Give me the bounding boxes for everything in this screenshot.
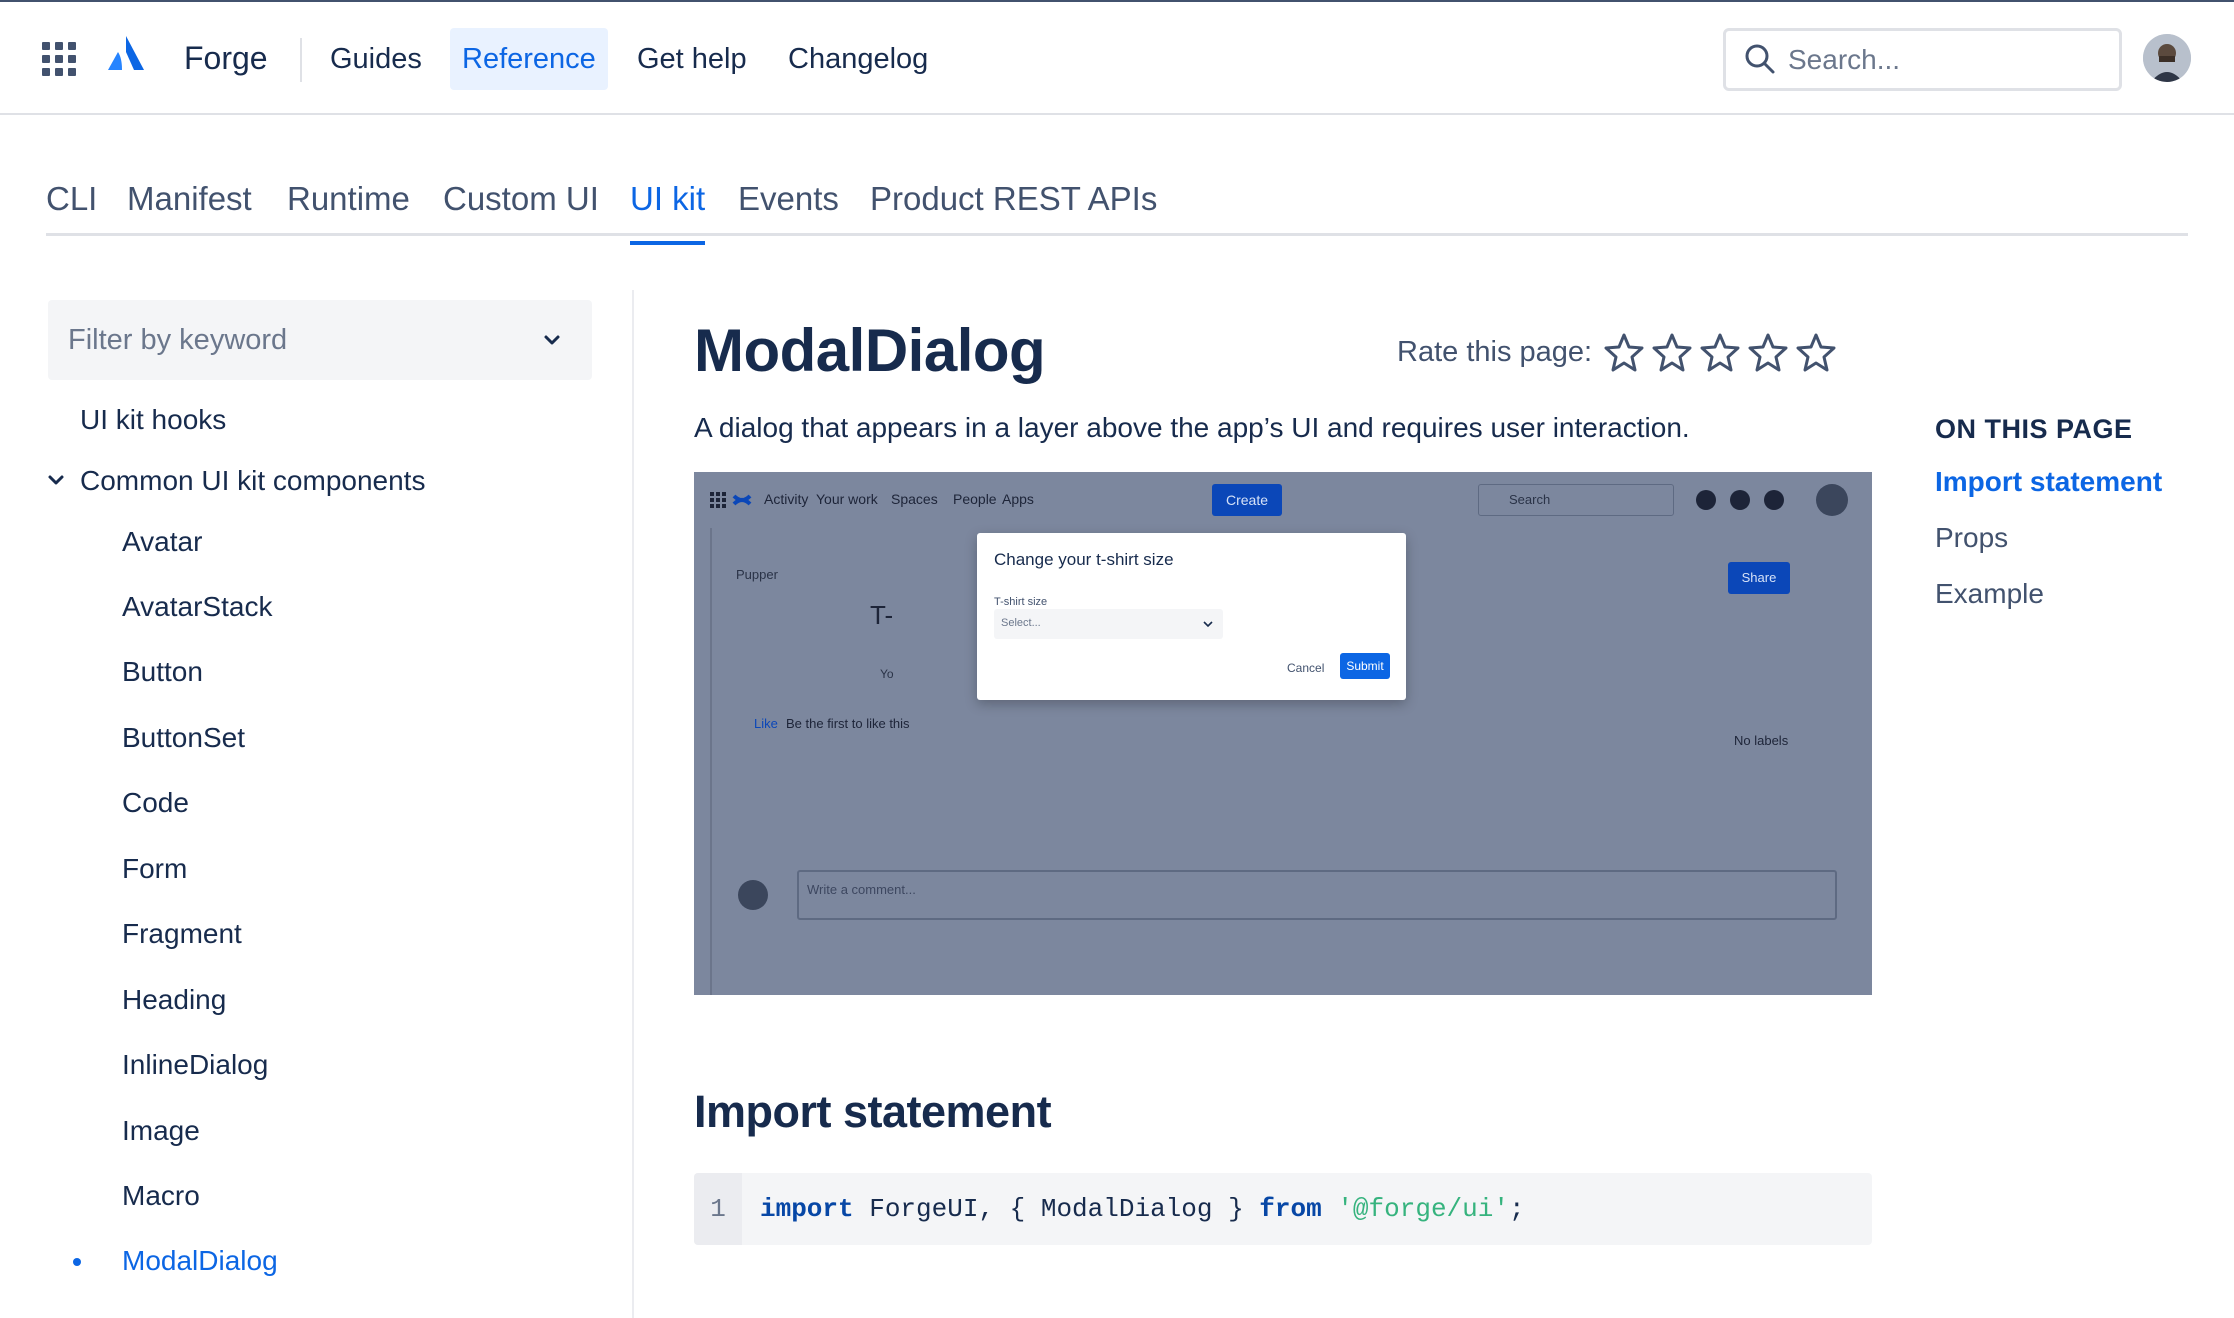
sidebar-item-buttonset[interactable]: ButtonSet — [122, 722, 245, 754]
screenshot-confluence-logo-icon — [732, 494, 752, 506]
sidebar-item-form[interactable]: Form — [122, 853, 187, 885]
modal-select: Select... — [994, 609, 1223, 639]
example-screenshot: Activity Your work Spaces People Apps Cr… — [694, 472, 1872, 995]
screenshot-comment-avatar — [738, 880, 768, 910]
screenshot-settings-icon — [1764, 490, 1784, 510]
toc-item-import-statement[interactable]: Import statement — [1935, 466, 2162, 498]
screenshot-share-button: Share — [1728, 562, 1790, 594]
filter-box[interactable] — [48, 300, 592, 380]
sidebar-item-button[interactable]: Button — [122, 656, 203, 688]
modal-cancel-button: Cancel — [1287, 661, 1325, 675]
screenshot-comment-box: Write a comment... — [797, 870, 1837, 920]
search-input[interactable] — [1788, 37, 2108, 83]
sidebar-item-code[interactable]: Code — [122, 787, 189, 819]
nav-guides[interactable]: Guides — [318, 28, 434, 90]
code-identifiers: ForgeUI, { ModalDialog } — [853, 1194, 1260, 1224]
star-icon[interactable] — [1700, 332, 1740, 372]
screenshot-comment-placeholder: Write a comment... — [807, 882, 916, 897]
modal-select-placeholder: Select... — [1001, 617, 1041, 629]
screenshot-nav-spaces: Spaces — [891, 491, 938, 507]
tab-events[interactable]: Events — [738, 180, 839, 236]
star-icon[interactable] — [1652, 332, 1692, 372]
section-heading-import: Import statement — [694, 1086, 1052, 1137]
top-navigation: Forge Guides Reference Get help Changelo… — [0, 0, 2234, 115]
user-avatar[interactable] — [2143, 34, 2191, 82]
code-line-number: 1 — [694, 1173, 742, 1245]
screenshot-nav-your-work: Your work — [816, 491, 878, 507]
sidebar-item-image[interactable]: Image — [122, 1115, 200, 1147]
sidebar-item-modaldialog[interactable]: ModalDialog — [122, 1245, 278, 1277]
product-name[interactable]: Forge — [184, 40, 268, 77]
screenshot-search: Search — [1478, 484, 1674, 516]
page-title: ModalDialog — [694, 317, 1046, 384]
screenshot-like: Like — [754, 716, 778, 731]
app-switcher-icon[interactable] — [42, 42, 76, 76]
screenshot-nav-activity: Activity — [764, 491, 809, 507]
toc-heading: ON THIS PAGE — [1935, 414, 2133, 444]
filter-input[interactable] — [68, 318, 528, 362]
code-keyword-from: from — [1259, 1194, 1322, 1224]
page-description: A dialog that appears in a layer above t… — [694, 412, 1690, 443]
tab-ui-kit[interactable]: UI kit — [630, 180, 706, 245]
nav-get-help[interactable]: Get help — [625, 28, 759, 90]
screenshot-breadcrumb: Pupper — [736, 567, 778, 582]
screenshot-you-partial: Yo — [880, 667, 894, 681]
tab-product-rest-apis[interactable]: Product REST APIs — [870, 180, 1157, 236]
reference-tabs: CLI Manifest Runtime Custom UI UI kit Ev… — [46, 174, 2188, 245]
code-line: import ForgeUI, { ModalDialog } from '@f… — [760, 1173, 1525, 1245]
nav-changelog[interactable]: Changelog — [776, 28, 940, 90]
chevron-down-icon[interactable] — [542, 330, 562, 350]
screenshot-page-title-partial: T- — [870, 600, 894, 630]
code-string: '@forge/ui' — [1337, 1194, 1509, 1224]
screenshot-sidebar-edge — [710, 528, 712, 995]
nav-reference[interactable]: Reference — [450, 28, 608, 90]
sidebar-item-avatarstack[interactable]: AvatarStack — [122, 591, 272, 623]
screenshot-nav-people: People — [953, 491, 997, 507]
screenshot-help-icon — [1730, 490, 1750, 510]
rate-label: Rate this page: — [1397, 336, 1593, 368]
tab-cli[interactable]: CLI — [46, 180, 97, 236]
sidebar-item-fragment[interactable]: Fragment — [122, 918, 242, 950]
tab-custom-ui[interactable]: Custom UI — [443, 180, 599, 236]
modal-submit-button: Submit — [1340, 653, 1390, 679]
search-box[interactable] — [1723, 28, 2122, 91]
user-avatar-icon — [2143, 34, 2191, 82]
star-icon[interactable] — [1748, 332, 1788, 372]
screenshot-search-text: Search — [1509, 492, 1551, 507]
nav-divider — [300, 38, 302, 82]
screenshot-create-button: Create — [1212, 484, 1282, 516]
atlassian-logo-icon[interactable] — [106, 36, 146, 72]
screenshot-no-labels: No labels — [1734, 733, 1789, 748]
code-keyword-import: import — [760, 1194, 854, 1224]
tab-manifest[interactable]: Manifest — [127, 180, 252, 236]
sidebar-item-inlinedialog[interactable]: InlineDialog — [122, 1049, 268, 1081]
modal-title: Change your t-shirt size — [994, 550, 1174, 569]
screenshot-nav: Activity Your work Spaces People Apps Cr… — [694, 472, 1872, 528]
sidebar: UI kit hooks Common UI kit components Av… — [0, 290, 634, 1318]
screenshot-modal: Change your t-shirt size T-shirt size Se… — [977, 533, 1406, 700]
sidebar-item-heading[interactable]: Heading — [122, 984, 226, 1016]
rating-stars — [1604, 332, 1836, 376]
screenshot-avatar — [1816, 484, 1848, 516]
screenshot-notification-icon — [1696, 490, 1716, 510]
sidebar-item-avatar[interactable]: Avatar — [122, 526, 202, 558]
code-block[interactable]: 1 import ForgeUI, { ModalDialog } from '… — [694, 1173, 1872, 1245]
code-semicolon: ; — [1508, 1194, 1525, 1224]
modal-field-label: T-shirt size — [994, 596, 1048, 608]
chevron-down-icon[interactable] — [46, 470, 66, 490]
sidebar-group-common-components[interactable]: Common UI kit components — [80, 465, 425, 497]
screenshot-like-hint: Be the first to like this — [786, 716, 910, 731]
star-icon[interactable] — [1604, 332, 1644, 372]
sidebar-item-ui-kit-hooks[interactable]: UI kit hooks — [80, 404, 226, 436]
star-icon[interactable] — [1796, 332, 1836, 372]
toc-item-example[interactable]: Example — [1935, 578, 2044, 610]
active-item-bullet — [73, 1258, 81, 1266]
sidebar-item-macro[interactable]: Macro — [122, 1180, 200, 1212]
screenshot-app-switcher-icon — [710, 492, 726, 508]
search-icon — [1745, 44, 1775, 74]
toc-item-props[interactable]: Props — [1935, 522, 2008, 554]
chevron-down-icon — [1203, 621, 1213, 628]
screenshot-nav-apps: Apps — [1002, 491, 1034, 507]
tab-runtime[interactable]: Runtime — [287, 180, 410, 236]
